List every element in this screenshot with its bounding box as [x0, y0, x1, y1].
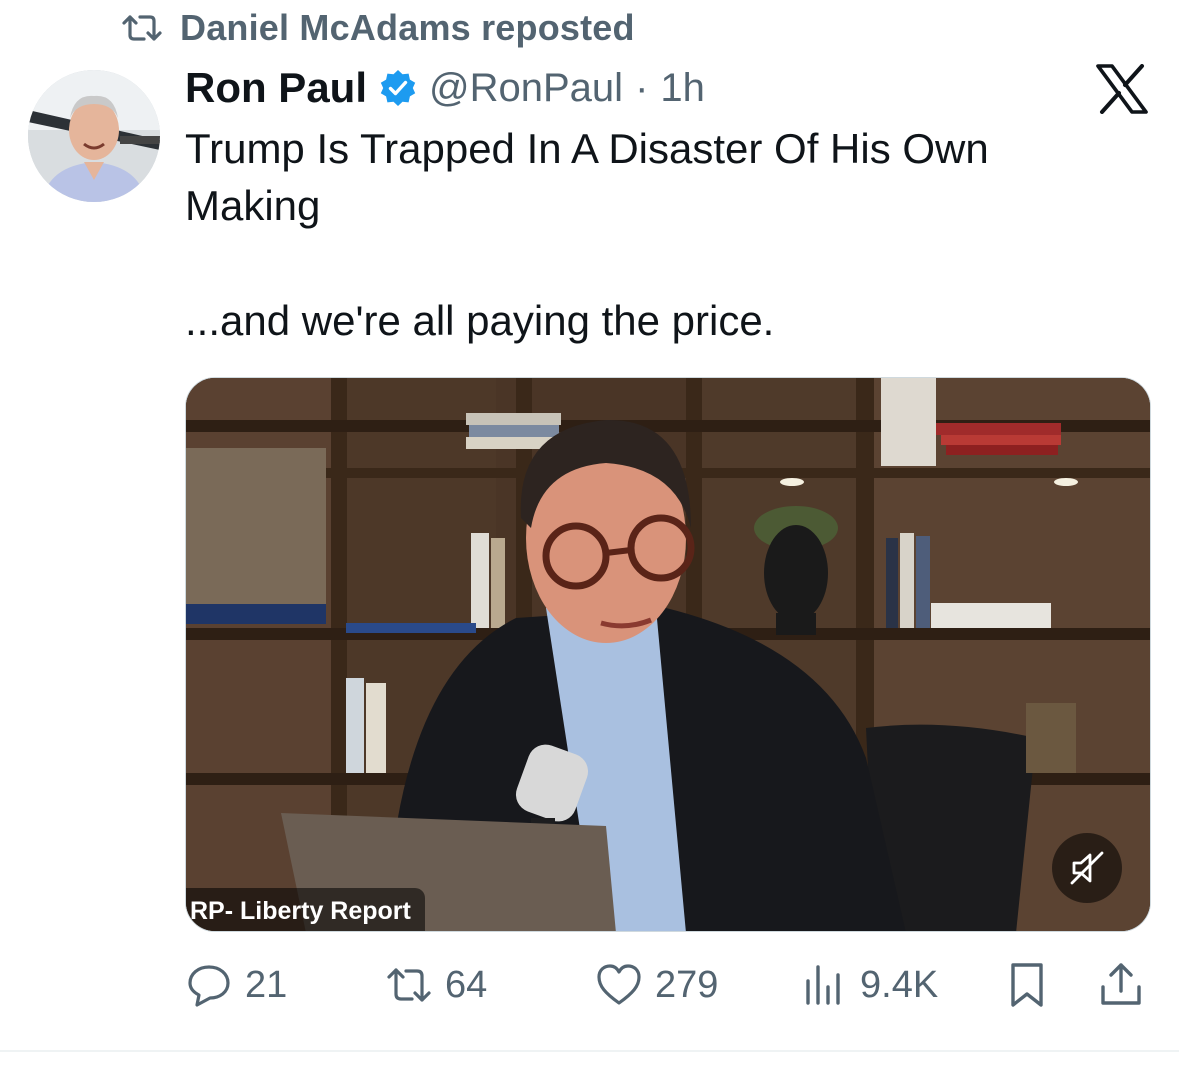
video-player[interactable]: RP- Liberty Report: [185, 377, 1151, 932]
repost-icon: [387, 968, 431, 1002]
views-button[interactable]: 9.4K: [800, 955, 938, 1015]
tweet-text-line: Trump Is Trapped In A Disaster Of His Ow…: [185, 125, 989, 172]
tweet-text-line: ...and we're all paying the price.: [185, 297, 775, 344]
views-chart-icon: [806, 965, 840, 1005]
verified-badge-icon[interactable]: [379, 69, 417, 107]
like-count: 279: [655, 963, 719, 1006]
author-name[interactable]: Ron Paul: [185, 64, 367, 112]
share-icon: [1101, 963, 1141, 1005]
video-source-label: RP- Liberty Report: [186, 888, 425, 931]
reply-count: 21: [245, 963, 288, 1006]
tweet-divider: [0, 1050, 1179, 1052]
tweet-text-line: Making: [185, 182, 321, 229]
author-handle[interactable]: @RonPaul: [429, 66, 623, 111]
video-frame: [186, 378, 1150, 931]
heart-icon: [597, 964, 641, 1005]
reply-button[interactable]: 21: [185, 955, 287, 1015]
bookmark-button[interactable]: [1003, 955, 1051, 1015]
reply-icon: [188, 965, 230, 1007]
repost-count: 64: [445, 963, 488, 1006]
repost-text: Daniel McAdams reposted: [180, 7, 635, 48]
action-bar: 21 64 279 9.4K: [185, 955, 1151, 1015]
post-time[interactable]: 1h: [660, 66, 705, 111]
tweet-text: Trump Is Trapped In A Disaster Of His Ow…: [185, 120, 1115, 349]
separator-dot: ·: [635, 65, 649, 110]
speaker-muted-icon: [1070, 851, 1104, 885]
view-count: 9.4K: [860, 963, 939, 1006]
mute-toggle-button[interactable]: [1052, 833, 1122, 903]
repost-button[interactable]: 64: [385, 955, 487, 1015]
share-button[interactable]: [1097, 955, 1145, 1015]
tweet-header: Ron Paul @RonPaul · 1h: [185, 62, 705, 114]
avatar-photo: [28, 70, 160, 202]
bookmark-icon: [1011, 963, 1043, 1007]
x-logo-icon: [1096, 64, 1148, 114]
repost-indicator[interactable]: Daniel McAdams reposted: [120, 7, 635, 48]
repost-icon: [122, 15, 162, 41]
like-button[interactable]: 279: [595, 955, 718, 1015]
avatar[interactable]: [28, 70, 160, 202]
